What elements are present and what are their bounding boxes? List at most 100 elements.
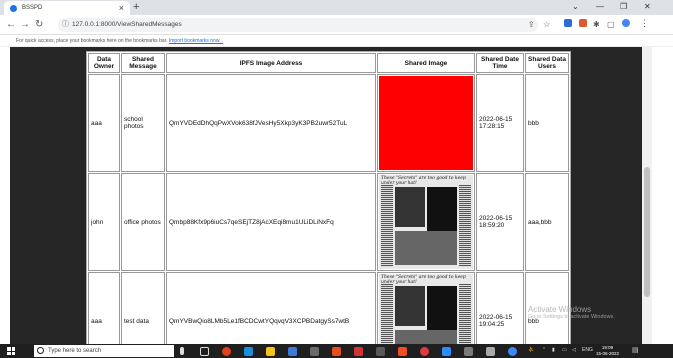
table-row: aaa test data QmYVBwQio8LMb5Le1fBCDCwtYQ… bbox=[88, 272, 569, 344]
cell-datetime: 2022-06-15 18:59:20 bbox=[476, 173, 524, 271]
cell-ipfs-address: QmYVBwQio8LMb5Le1fBCDCwtYQqvqV3XCPBDatgy… bbox=[166, 272, 376, 344]
address-bar[interactable]: ⓘ 127.0.0.1:8000/ViewSharedMessages bbox=[58, 18, 538, 32]
windows-taskbar: Type here to search ⛹ ⌃ ▮ ▭ ◁ ENG 19:09 … bbox=[0, 344, 673, 358]
page-viewport: Data Owner Shared Message IPFS Image Add… bbox=[0, 47, 673, 344]
cell-owner: john bbox=[88, 173, 120, 271]
new-tab-button[interactable]: + bbox=[133, 1, 139, 13]
browser-menu-icon[interactable]: ⋮ bbox=[640, 18, 649, 29]
newspaper-text-column bbox=[381, 185, 393, 267]
newspaper-photo bbox=[395, 330, 457, 344]
newspaper-photo bbox=[395, 286, 425, 326]
chrome-icon[interactable] bbox=[508, 347, 517, 356]
close-tab-icon[interactable]: × bbox=[119, 3, 124, 13]
bookmarks-bar: For quick access, place your bookmarks h… bbox=[0, 35, 673, 47]
newspaper-photo bbox=[395, 187, 425, 227]
close-window-icon[interactable]: ✕ bbox=[644, 2, 651, 11]
shared-image-red bbox=[379, 76, 473, 170]
extension-shield-icon[interactable] bbox=[564, 19, 572, 27]
col-header-ipfs-address: IPFS Image Address bbox=[166, 53, 376, 73]
cell-ipfs-address: Qmbp88Kfx9p6iuCs7qeSEjTZ8jAcXEqi8mu1ULiD… bbox=[166, 173, 376, 271]
minimize-icon[interactable]: — bbox=[596, 2, 604, 11]
back-arrow-icon[interactable]: ← bbox=[6, 19, 16, 30]
windows-start-icon[interactable] bbox=[7, 347, 15, 355]
forward-arrow-icon[interactable]: → bbox=[20, 19, 30, 30]
task-view-icon[interactable] bbox=[200, 347, 209, 356]
cell-shared-image: These "Secrets" are too good to keep und… bbox=[377, 173, 475, 271]
acrobat-icon[interactable] bbox=[398, 347, 407, 356]
cell-datetime: 2022-06-15 19:04:25 bbox=[476, 272, 524, 344]
volume-icon[interactable]: ◁ bbox=[572, 347, 576, 353]
edge-browser-icon[interactable] bbox=[244, 347, 253, 356]
newspaper-text-column bbox=[459, 185, 471, 267]
col-header-shared-date-time: Shared Date Time bbox=[476, 53, 524, 73]
shared-messages-table: Data Owner Shared Message IPFS Image Add… bbox=[86, 51, 571, 344]
watermark-subtitle: Go to Settings to activate Windows. bbox=[528, 314, 615, 320]
profile-avatar-icon[interactable] bbox=[622, 19, 630, 27]
microphone-icon[interactable] bbox=[180, 347, 184, 355]
taskbar-search-placeholder: Type here to search bbox=[48, 348, 102, 354]
newspaper-headline: These "Secrets" are too good to keep und… bbox=[381, 275, 466, 285]
office-icon[interactable] bbox=[332, 347, 341, 356]
browser-toolbar: ← → ↻ ⓘ 127.0.0.1:8000/ViewSharedMessage… bbox=[0, 15, 673, 35]
restore-icon[interactable]: ❐ bbox=[620, 2, 627, 11]
settings-gear-icon[interactable] bbox=[486, 347, 495, 356]
site-info-icon[interactable]: ⓘ bbox=[62, 18, 69, 32]
cell-users: aaa,bbb bbox=[525, 173, 569, 271]
taskbar-app-icon[interactable] bbox=[222, 347, 231, 356]
bookmarks-hint-text: For quick access, place your bookmarks h… bbox=[16, 38, 168, 44]
bookmark-star-icon[interactable]: ☆ bbox=[543, 20, 550, 29]
taskbar-search-input[interactable]: Type here to search bbox=[34, 345, 174, 357]
newspaper-headline: These "Secrets" are too good to keep und… bbox=[381, 176, 466, 186]
side-panel-icon[interactable]: ▢ bbox=[607, 20, 615, 29]
cell-users: bbb bbox=[525, 74, 569, 172]
table-row: aaa school photos QmYVDEdDhQqPwXVok638fJ… bbox=[88, 74, 569, 172]
taskbar-app-icon[interactable] bbox=[464, 347, 473, 356]
taskbar-app-icon[interactable] bbox=[376, 347, 385, 356]
file-explorer-icon[interactable] bbox=[266, 347, 275, 356]
address-bar-url: 127.0.0.1:8000/ViewSharedMessages bbox=[72, 21, 182, 28]
cell-owner: aaa bbox=[88, 74, 120, 172]
battery-icon[interactable]: ▭ bbox=[562, 347, 567, 353]
share-icon[interactable]: ⇪ bbox=[528, 20, 535, 29]
mail-icon[interactable] bbox=[288, 347, 297, 356]
newspaper-photo bbox=[395, 231, 457, 265]
table-header-row: Data Owner Shared Message IPFS Image Add… bbox=[88, 53, 569, 73]
page-scrollbar[interactable] bbox=[642, 47, 652, 344]
reload-icon[interactable]: ↻ bbox=[35, 19, 43, 30]
col-header-shared-image: Shared Image bbox=[377, 53, 475, 73]
network-icon[interactable]: ▮ bbox=[552, 347, 555, 353]
cell-datetime: 2022-06-15 17:28:15 bbox=[476, 74, 524, 172]
shared-image-newspaper: These "Secrets" are too good to keep und… bbox=[379, 175, 473, 269]
taskbar-app-icon[interactable] bbox=[420, 347, 429, 356]
scrollbar-thumb[interactable] bbox=[644, 167, 650, 297]
language-indicator[interactable]: ENG bbox=[582, 347, 593, 353]
metamask-extension-icon[interactable] bbox=[579, 19, 587, 27]
people-icon[interactable]: ⛹ bbox=[528, 347, 534, 353]
tab-bar: BSSPD × + ⌄ — ❐ ✕ bbox=[0, 0, 673, 15]
newspaper-photo bbox=[427, 286, 457, 330]
search-icon bbox=[37, 347, 44, 354]
cell-shared-image bbox=[377, 74, 475, 172]
newspaper-text-column bbox=[459, 284, 471, 344]
browser-tab[interactable]: BSSPD × bbox=[4, 1, 130, 15]
cell-message: test data bbox=[121, 272, 165, 344]
table-row: john office photos Qmbp88Kfx9p6iuCs7qeSE… bbox=[88, 173, 569, 271]
watermark-title: Activate Windows bbox=[528, 305, 592, 314]
vscode-icon[interactable] bbox=[442, 347, 451, 356]
tab-title: BSSPD bbox=[22, 5, 43, 11]
taskbar-app-icon[interactable] bbox=[354, 347, 363, 356]
newspaper-photo bbox=[427, 187, 457, 231]
col-header-data-owner: Data Owner bbox=[88, 53, 120, 73]
notification-icon[interactable]: ▤ bbox=[632, 346, 639, 354]
screen: BSSPD × + ⌄ — ❐ ✕ ← → ↻ ⓘ 127.0.0.1:8000… bbox=[0, 0, 673, 358]
newspaper-text-column bbox=[381, 284, 393, 344]
tab-search-chevron-icon[interactable]: ⌄ bbox=[572, 2, 579, 11]
show-hidden-icons-chevron[interactable]: ⌃ bbox=[542, 347, 546, 353]
col-header-shared-data-users: Shared Data Users bbox=[525, 53, 569, 73]
store-icon[interactable] bbox=[310, 347, 319, 356]
activate-windows-watermark: Activate Windows Go to Settings to activ… bbox=[528, 305, 615, 320]
cell-ipfs-address: QmYVDEdDhQqPwXVok638fJVesHy5Xkp3yK3PB2uw… bbox=[166, 74, 376, 172]
import-bookmarks-link[interactable]: Import bookmarks now... bbox=[169, 38, 223, 44]
taskbar-clock[interactable]: 19:09 15-06-2022 bbox=[596, 345, 619, 356]
extensions-puzzle-icon[interactable]: ✱ bbox=[593, 20, 600, 29]
